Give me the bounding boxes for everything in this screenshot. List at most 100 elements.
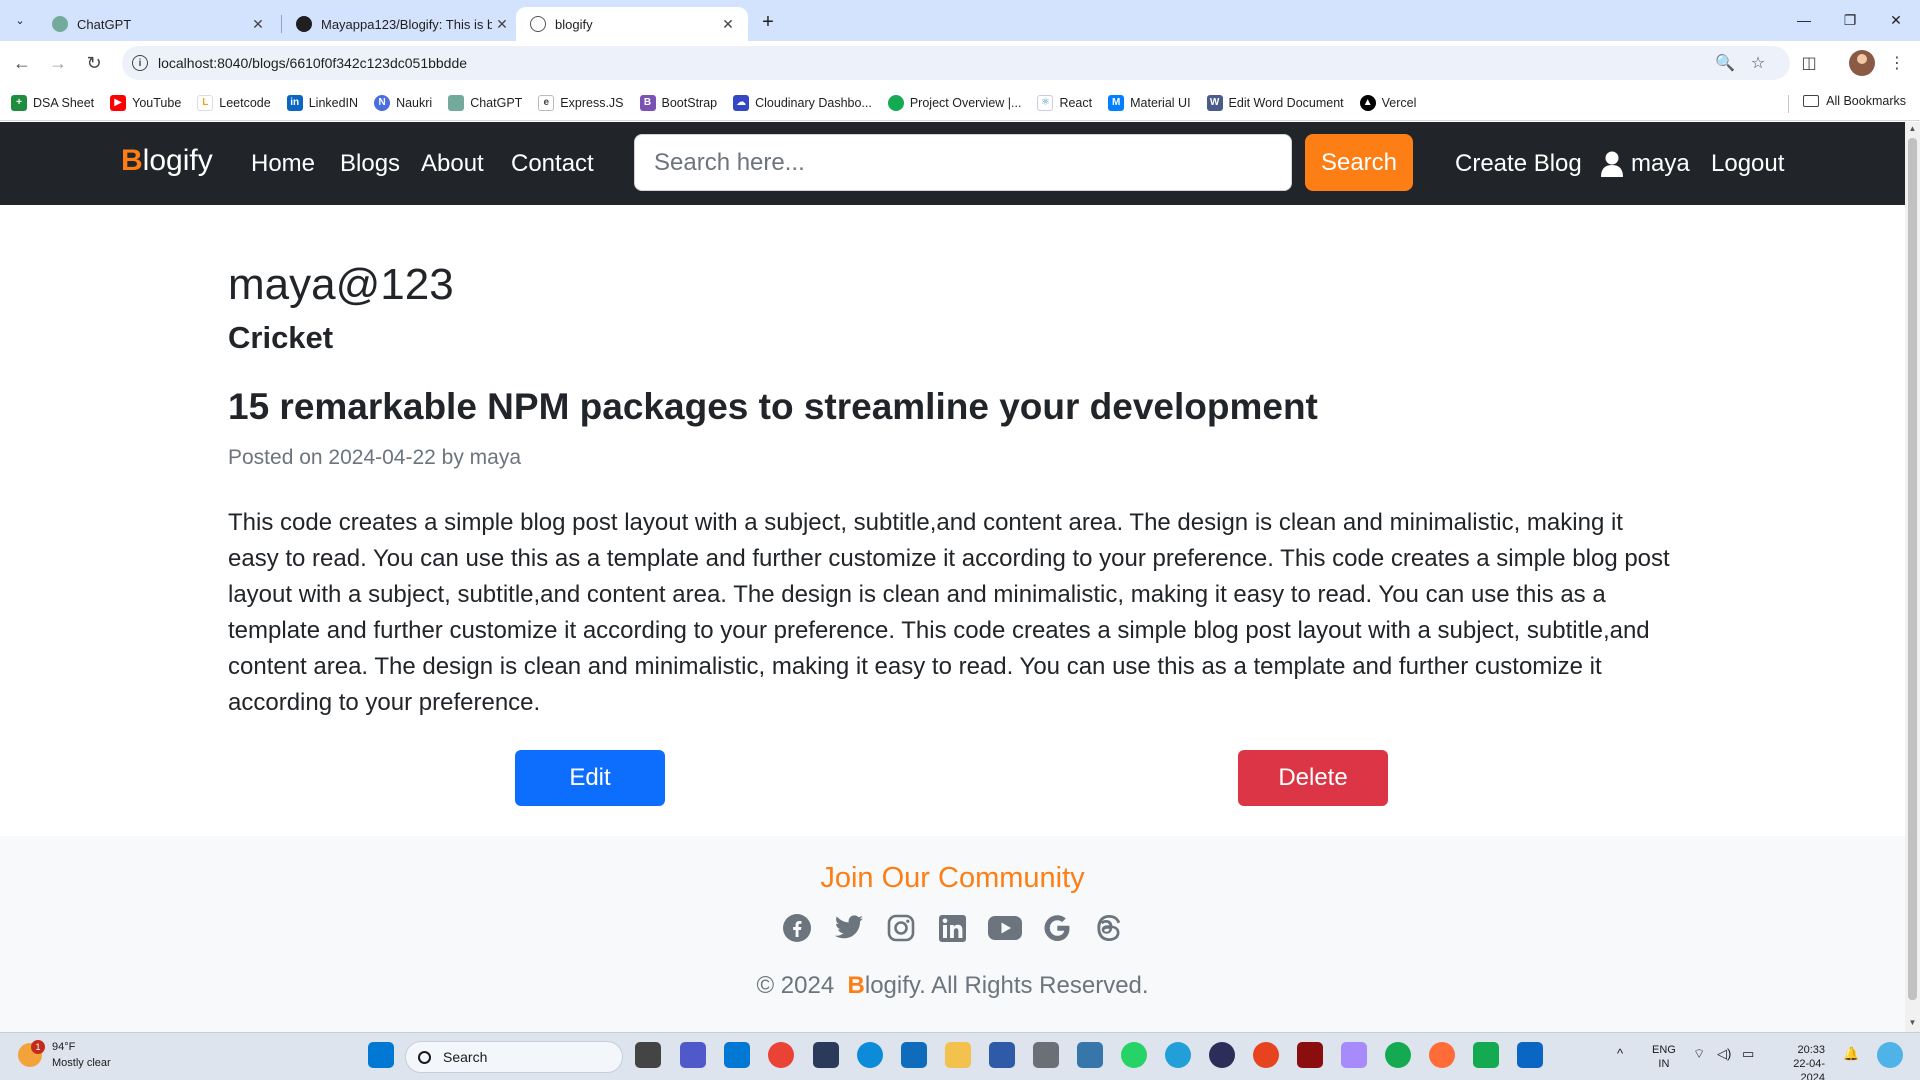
edge-icon[interactable] <box>857 1042 883 1068</box>
taskbar-search[interactable]: Search <box>405 1041 623 1073</box>
react-icon: ⚛ <box>1037 94 1054 111</box>
bookmark-bootstrap[interactable]: B BootStrap <box>639 94 717 111</box>
windows-taskbar: 1 94°F Mostly clear Search ^ ENG IN ⌔ ◁)… <box>0 1032 1920 1080</box>
copilot-icon[interactable] <box>1877 1042 1903 1068</box>
close-tab-icon[interactable]: ✕ <box>248 14 268 34</box>
linkedin-icon[interactable] <box>927 912 979 944</box>
wifi-icon[interactable]: ⌔ <box>1693 1047 1705 1061</box>
close-tab-icon[interactable]: ✕ <box>718 14 738 34</box>
zoom-icon[interactable]: 🔍 <box>1712 50 1738 76</box>
clock[interactable]: 20:33 22-04-2024 <box>1775 1043 1825 1080</box>
bookmark-linkedin[interactable]: in LinkedIN <box>286 94 358 111</box>
bookmark-vercel[interactable]: ▲ Vercel <box>1359 94 1416 111</box>
threads-icon[interactable] <box>1083 912 1135 944</box>
back-arrow-icon[interactable]: ← <box>8 49 36 77</box>
all-bookmarks[interactable]: All Bookmarks <box>1803 94 1906 108</box>
app-icon[interactable] <box>1341 1042 1367 1068</box>
scrollbar-thumb[interactable] <box>1908 138 1917 1000</box>
bookmark-dsa-sheet[interactable]: + DSA Sheet <box>11 94 94 111</box>
app-icon[interactable] <box>1297 1042 1323 1068</box>
file-explorer-icon[interactable] <box>945 1042 971 1068</box>
task-view-icon[interactable] <box>635 1042 661 1068</box>
mail-icon[interactable] <box>901 1042 927 1068</box>
postman-icon[interactable] <box>1429 1042 1455 1068</box>
site-info-icon[interactable]: i <box>132 55 148 71</box>
telegram-icon[interactable] <box>1165 1042 1191 1068</box>
whatsapp-icon[interactable] <box>1121 1042 1147 1068</box>
nav-about[interactable]: About <box>421 150 484 178</box>
bookmark-leetcode[interactable]: L Leetcode <box>197 94 271 111</box>
edit-button[interactable]: Edit <box>515 750 665 806</box>
python-icon[interactable] <box>1077 1042 1103 1068</box>
menu-kebab-icon[interactable]: ⋮ <box>1884 50 1910 76</box>
scroll-down-arrow-icon[interactable]: ▼ <box>1908 1018 1917 1028</box>
profile-avatar[interactable] <box>1849 50 1875 76</box>
minimize-icon[interactable]: — <box>1792 8 1816 32</box>
reload-icon[interactable]: ↻ <box>80 49 108 77</box>
brand-logo[interactable]: Blogify <box>121 144 213 178</box>
tab-chatgpt[interactable]: ChatGPT ✕ <box>38 7 278 41</box>
extensions-icon[interactable]: ◫ <box>1796 50 1822 76</box>
browser-tab-strip: ⌄ ChatGPT ✕ Mayappa123/Blogify: This is … <box>0 0 1920 41</box>
notification-bell-icon[interactable]: 🔔 <box>1843 1047 1859 1061</box>
google-icon[interactable] <box>1031 912 1083 944</box>
bookmark-chatgpt[interactable]: ChatGPT <box>448 94 522 111</box>
mongodb-compass-icon[interactable] <box>1473 1042 1499 1068</box>
tab-github[interactable]: Mayappa123/Blogify: This is bl ✕ <box>282 7 522 41</box>
youtube-icon[interactable] <box>979 912 1031 944</box>
page-scrollbar[interactable]: ▲ ▼ <box>1905 122 1920 1032</box>
restore-icon[interactable]: ❐ <box>1838 8 1862 32</box>
nav-logout[interactable]: Logout <box>1711 150 1784 178</box>
bookmark-star-icon[interactable]: ☆ <box>1745 50 1771 76</box>
bookmark-naukri[interactable]: N Naukri <box>374 94 432 111</box>
nav-blogs[interactable]: Blogs <box>340 150 400 178</box>
tab-search-chevron-icon[interactable]: ⌄ <box>8 8 32 32</box>
bookmark-expressjs[interactable]: e Express.JS <box>538 94 624 111</box>
bookmark-project-overview[interactable]: Project Overview |... <box>887 94 1021 111</box>
tab-label: ChatGPT <box>77 16 132 32</box>
windows-start-icon[interactable] <box>368 1042 394 1068</box>
folder-icon <box>1803 95 1820 107</box>
twitter-icon[interactable] <box>823 912 875 944</box>
express-icon: e <box>538 94 555 111</box>
teams-icon[interactable] <box>680 1042 706 1068</box>
tab-blogify[interactable]: blogify ✕ <box>516 7 748 41</box>
bookmark-edit-word[interactable]: W Edit Word Document <box>1206 94 1344 111</box>
app-icon[interactable] <box>813 1042 839 1068</box>
show-hidden-icons-chevron-icon[interactable]: ^ <box>1617 1047 1623 1061</box>
nav-username[interactable]: maya <box>1631 150 1690 178</box>
github-favicon-icon <box>296 16 312 32</box>
calculator-icon[interactable] <box>1033 1042 1059 1068</box>
delete-button[interactable]: Delete <box>1238 750 1388 806</box>
store-icon[interactable] <box>989 1042 1015 1068</box>
chrome-icon[interactable] <box>768 1042 794 1068</box>
nav-home[interactable]: Home <box>251 150 315 178</box>
mongodb-icon[interactable] <box>1385 1042 1411 1068</box>
vscode-icon[interactable] <box>724 1042 750 1068</box>
close-tab-icon[interactable]: ✕ <box>492 14 512 34</box>
battery-icon[interactable]: ▭ <box>1742 1047 1754 1061</box>
scroll-up-arrow-icon[interactable]: ▲ <box>1908 124 1917 134</box>
bookmark-youtube[interactable]: ▶ YouTube <box>110 94 181 111</box>
volume-icon[interactable]: ◁) <box>1717 1047 1731 1061</box>
nav-contact[interactable]: Contact <box>511 150 594 178</box>
bookmark-material-ui[interactable]: M Material UI <box>1108 94 1191 111</box>
forward-arrow-icon[interactable]: → <box>44 49 72 77</box>
search-input[interactable] <box>634 134 1292 191</box>
weather-widget[interactable]: 1 94°F Mostly clear <box>18 1039 111 1071</box>
language-indicator[interactable]: ENG IN <box>1652 1043 1676 1071</box>
close-window-icon[interactable]: ✕ <box>1884 8 1908 32</box>
copyright-text: © 2024 Blogify. All Rights Reserved. <box>756 972 1149 999</box>
bookmark-cloudinary[interactable]: ☁ Cloudinary Dashbo... <box>733 94 872 111</box>
linkedin-icon[interactable] <box>1517 1042 1543 1068</box>
instagram-icon[interactable] <box>875 912 927 944</box>
nav-create-blog[interactable]: Create Blog <box>1455 150 1582 178</box>
word-doc-icon: W <box>1206 94 1223 111</box>
address-bar[interactable]: i localhost:8040/blogs/6610f0f342c123dc0… <box>122 46 1790 80</box>
wps-icon[interactable] <box>1253 1042 1279 1068</box>
search-button[interactable]: Search <box>1305 134 1413 191</box>
facebook-icon[interactable] <box>771 912 823 944</box>
bookmark-react[interactable]: ⚛ React <box>1037 94 1092 111</box>
new-tab-plus-icon[interactable]: + <box>756 10 780 34</box>
eclipse-icon[interactable] <box>1209 1042 1235 1068</box>
